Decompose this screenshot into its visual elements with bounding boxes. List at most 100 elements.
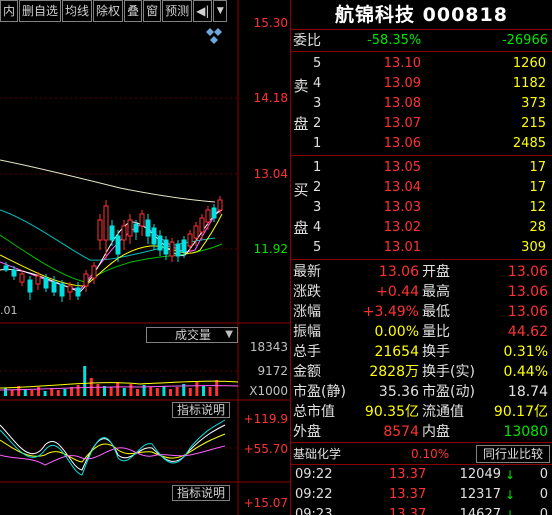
- volume-panel-selector[interactable]: 成交量 ▼: [146, 327, 238, 343]
- stat-label: 量比: [422, 324, 450, 340]
- tick-row: 09:23 13.37 14627 ↓ 0: [291, 505, 552, 515]
- ex-rights-button[interactable]: 除权: [93, 0, 124, 22]
- sell-book: 卖 盘 5 13.10 1260 4 13.09 1182 3 13.08 373 2 13.07 2…: [291, 52, 552, 156]
- volume-panel-label: 成交量: [175, 328, 212, 342]
- buy-row[interactable]: 5 13.01 309: [291, 238, 552, 258]
- stat-value: 18.74: [507, 384, 548, 400]
- sell-volume: 215: [521, 116, 546, 131]
- remove-watchlist-button[interactable]: 删自选: [19, 0, 62, 22]
- tick-count: 0: [539, 467, 548, 482]
- sell-row[interactable]: 4 13.09 1182: [291, 74, 552, 94]
- speaker-icon[interactable]: ◀|: [193, 0, 213, 22]
- buy-row[interactable]: 3 13.03 12: [291, 198, 552, 218]
- sell-row[interactable]: 5 13.10 1260: [291, 54, 552, 74]
- candle: [35, 275, 41, 285]
- moving-average-button[interactable]: 均线: [62, 0, 93, 22]
- buy-price: 13.05: [383, 160, 421, 175]
- stat-row: 总市值 90.35亿 流通值 90.17亿: [291, 402, 552, 422]
- volume-bar: [149, 387, 153, 396]
- sell-row[interactable]: 2 13.07 215: [291, 114, 552, 134]
- arrow-down-icon: ↓: [505, 508, 516, 515]
- buy-level: 3: [313, 200, 322, 215]
- stat-value: 44.62: [507, 324, 548, 340]
- candle: [103, 205, 109, 241]
- candle: [157, 235, 163, 251]
- buy-row[interactable]: 4 13.02 28: [291, 218, 552, 238]
- volume-bar: [208, 387, 212, 396]
- stat-label: 换手: [422, 344, 450, 360]
- sell-level: 4: [313, 76, 322, 91]
- stat-value: 0.44%: [503, 364, 548, 380]
- candle: [11, 269, 17, 277]
- volume-bar: [116, 382, 120, 396]
- sell-row[interactable]: 3 13.08 373: [291, 94, 552, 114]
- buy-row[interactable]: 1 13.05 17: [291, 158, 552, 178]
- candle: [43, 277, 49, 289]
- sell-row[interactable]: 1 13.06 2485: [291, 134, 552, 154]
- buy-volume: 17: [529, 180, 546, 195]
- volume-bar: [10, 390, 14, 396]
- weibi-pct: -58.35%: [367, 33, 422, 48]
- tick-volume: 14627: [459, 507, 501, 515]
- volume-bar: [76, 385, 80, 396]
- forecast-button[interactable]: 预测: [162, 0, 193, 22]
- candle: [59, 283, 65, 297]
- weibi-row: 委比 -58.35% -26966: [291, 30, 552, 52]
- buy-price: 13.03: [383, 200, 421, 215]
- candle: [67, 285, 73, 293]
- volume-bar: [122, 388, 126, 396]
- candle: [27, 279, 33, 293]
- chevron-down-icon[interactable]: ▼: [213, 0, 228, 22]
- indicator2-tick: +15.07: [243, 496, 288, 510]
- weibi-diff: -26966: [501, 33, 548, 48]
- sell-level: 1: [313, 136, 322, 151]
- stat-label: 涨幅: [293, 304, 321, 320]
- industry-name[interactable]: 基础化学: [293, 443, 341, 465]
- arrow-down-icon: ↓: [505, 468, 516, 482]
- volume-bar: [37, 387, 40, 396]
- candle: [181, 239, 187, 253]
- stat-row: 涨跌 +0.44 最高 13.06: [291, 282, 552, 302]
- sell-volume: 373: [521, 96, 546, 111]
- volume-bar: [188, 388, 192, 396]
- stat-value: 21654: [374, 344, 419, 360]
- stat-label: 总手: [293, 344, 321, 360]
- indicator-help-button[interactable]: 指标说明: [172, 402, 231, 418]
- tick-price: 13.37: [389, 507, 427, 515]
- indicator-tick: +119.9: [243, 412, 288, 426]
- window-button[interactable]: 窗: [143, 0, 162, 22]
- sell-price: 13.07: [383, 116, 421, 131]
- tick-price: 13.37: [389, 467, 427, 482]
- chevron-down-icon: ▼: [225, 329, 233, 340]
- stat-label: 金额: [293, 364, 321, 380]
- stat-row: 外盘 8574 内盘 13080: [291, 422, 552, 442]
- candle: [97, 219, 103, 241]
- stat-row: 金额 2828万 换手(实) 0.44%: [291, 362, 552, 382]
- buy-book: 买 盘 1 13.05 17 2 13.04 17 3 13.03 12 4 13.02 28 5 13.…: [291, 156, 552, 260]
- intraday-button[interactable]: 内: [0, 0, 19, 22]
- indicator-help-button-2[interactable]: 指标说明: [172, 485, 231, 501]
- kline-chart-area[interactable]: 内 删自选 均线 除权 叠 窗 预测 ◀| ▼ 15.30 14.18 13.0…: [0, 0, 290, 515]
- tick-list[interactable]: 09:22 13.37 12049 ↓ 0 09:22 13.37 12317 ↓ 0 09:23 1…: [291, 465, 552, 515]
- overlay-button[interactable]: 叠: [124, 0, 143, 22]
- candle: [151, 227, 157, 245]
- buy-volume: 309: [521, 240, 546, 255]
- industry-compare-button[interactable]: 同行业比较: [475, 445, 550, 463]
- arrow-down-icon: ↓: [505, 488, 516, 502]
- stat-label: 最低: [422, 304, 450, 320]
- candle: [205, 209, 211, 223]
- stat-label: 市盈(动): [422, 384, 475, 400]
- sell-volume: 1260: [512, 56, 546, 71]
- sell-price: 13.09: [383, 76, 421, 91]
- buy-volume: 12: [529, 200, 546, 215]
- buy-row[interactable]: 2 13.04 17: [291, 178, 552, 198]
- tick-volume: 12049: [459, 467, 501, 482]
- stat-row: 涨幅 +3.49% 最低 13.06: [291, 302, 552, 322]
- stat-row: 最新 13.06 开盘 13.06: [291, 262, 552, 282]
- volume-bar: [136, 389, 139, 396]
- stock-title: 航锦科技 000818: [291, 0, 552, 30]
- candle: [75, 287, 81, 297]
- candle: [199, 217, 205, 233]
- buy-volume: 28: [529, 220, 546, 235]
- volume-bar: [4, 388, 7, 396]
